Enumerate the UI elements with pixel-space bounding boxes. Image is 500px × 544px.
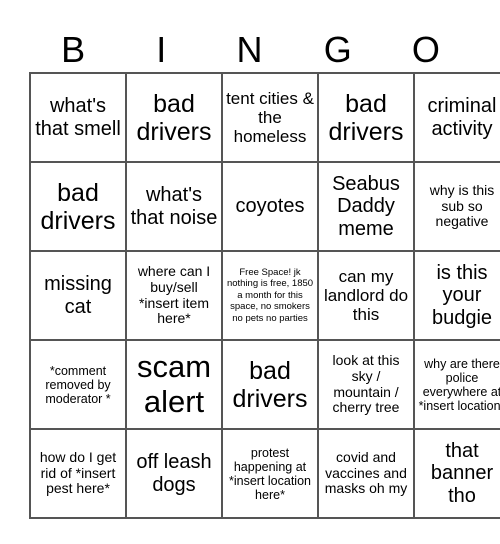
free-space-cell[interactable]: Free Space! jk nothing is free, 1850 a m… [221, 250, 319, 341]
bingo-row: what's that smell bad drivers tent citie… [29, 72, 500, 163]
bingo-cell[interactable]: what's that noise [125, 161, 223, 252]
bingo-cell[interactable]: is this your budgie [413, 250, 500, 341]
bingo-cell[interactable]: scam alert [125, 339, 223, 430]
header-letter-n: N [236, 29, 263, 70]
bingo-cell[interactable]: coyotes [221, 161, 319, 252]
bingo-row: bad drivers what's that noise coyotes Se… [29, 161, 500, 252]
bingo-cell[interactable]: can my landlord do this [317, 250, 415, 341]
bingo-cell[interactable]: bad drivers [317, 72, 415, 163]
bingo-row: *comment removed by moderator * scam ale… [29, 339, 500, 430]
bingo-cell[interactable]: criminal activity [413, 72, 500, 163]
bingo-card: what's that smell bad drivers tent citie… [29, 72, 500, 519]
bingo-cell[interactable]: protest happening at *insert location he… [221, 428, 319, 519]
bingo-cell[interactable]: that banner tho [413, 428, 500, 519]
header-letter-b: B [61, 29, 86, 70]
header-letter-o: O [411, 29, 440, 70]
bingo-cell[interactable]: where can I buy/sell *insert item here* [125, 250, 223, 341]
bingo-cell[interactable]: Seabus Daddy meme [317, 161, 415, 252]
bingo-cell[interactable]: what's that smell [29, 72, 127, 163]
bingo-cell[interactable]: bad drivers [125, 72, 223, 163]
bingo-cell[interactable]: missing cat [29, 250, 127, 341]
header-letter-g: G [323, 29, 352, 70]
bingo-cell[interactable]: off leash dogs [125, 428, 223, 519]
bingo-cell[interactable]: bad drivers [29, 161, 127, 252]
bingo-row: how do I get rid of *insert pest here* o… [29, 428, 500, 519]
bingo-cell[interactable]: why are there police everywhere at *inse… [413, 339, 500, 430]
bingo-header: B I N G O [29, 28, 470, 72]
bingo-cell[interactable]: look at this sky / mountain / cherry tre… [317, 339, 415, 430]
bingo-cell[interactable]: covid and vaccines and masks oh my [317, 428, 415, 519]
bingo-cell[interactable]: *comment removed by moderator * [29, 339, 127, 430]
header-letter-i: I [156, 29, 167, 70]
bingo-row: missing cat where can I buy/sell *insert… [29, 250, 500, 341]
bingo-cell[interactable]: why is this sub so negative [413, 161, 500, 252]
bingo-cell[interactable]: bad drivers [221, 339, 319, 430]
bingo-cell[interactable]: tent cities & the homeless [221, 72, 319, 163]
bingo-cell[interactable]: how do I get rid of *insert pest here* [29, 428, 127, 519]
